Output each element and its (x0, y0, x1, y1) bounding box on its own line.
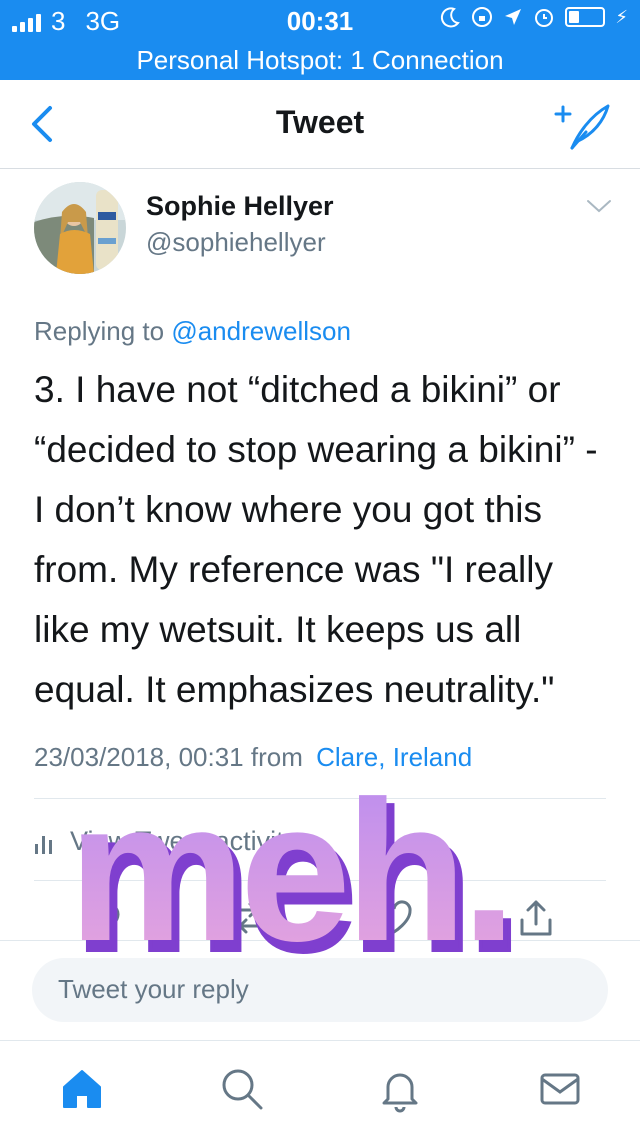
alarm-icon (535, 9, 554, 27)
replying-to: Replying to @andrewellson (34, 316, 351, 347)
location-link[interactable]: Clare, Ireland (316, 742, 472, 772)
status-bar: 3 3G 00:31 ⚡ (0, 0, 640, 40)
moon-icon (441, 7, 461, 28)
tab-bar (0, 1040, 640, 1137)
author-name[interactable]: Sophie Hellyer (146, 191, 334, 222)
battery-icon (565, 7, 606, 27)
page-title: Tweet (275, 104, 365, 140)
hotspot-banner[interactable]: Personal Hotspot: 1 Connection (0, 40, 640, 80)
location-icon (505, 9, 522, 25)
reply-input[interactable]: Tweet your reply (32, 958, 608, 1022)
charging-icon: ⚡ (615, 6, 628, 28)
meh-sticker: meh. meh. (68, 792, 525, 982)
notifications-icon[interactable] (376, 1065, 424, 1113)
author-handle[interactable]: @sophiehellyer (146, 227, 326, 258)
tweet-text: 3. I have not “ditched a bikini” or “dec… (34, 369, 598, 710)
rotation-lock-icon (472, 7, 493, 27)
tweet-meta: 23/03/2018, 00:31 from Clare, Ireland (34, 742, 472, 773)
nav-bar: Tweet (0, 80, 640, 169)
status-icons: ⚡ (439, 6, 628, 28)
replying-prefix: Replying to (34, 316, 165, 346)
analytics-icon (35, 835, 52, 854)
messages-icon[interactable] (536, 1065, 584, 1113)
tweet-timestamp: 23/03/2018, 00:31 from (34, 742, 303, 772)
avatar[interactable] (34, 182, 126, 274)
meh-overlay-text-face: meh. (68, 792, 511, 982)
compose-tweet-icon[interactable] (552, 98, 612, 154)
chevron-down-icon[interactable] (586, 198, 612, 214)
home-icon[interactable] (58, 1065, 106, 1113)
mention-link[interactable]: @andrewellson (171, 316, 351, 346)
search-icon[interactable] (218, 1065, 266, 1113)
reply-placeholder: Tweet your reply (58, 974, 249, 1004)
